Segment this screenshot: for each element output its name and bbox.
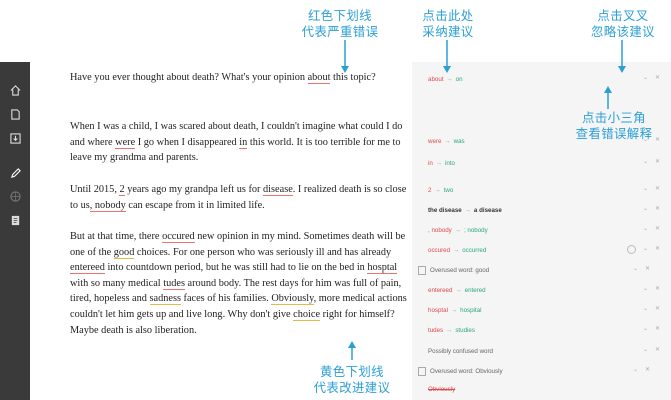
suggestion-card[interactable]: hosptal → hospital ⌄ ✕ — [428, 303, 664, 317]
sidebar — [0, 62, 30, 400]
suggestion-card[interactable]: the disease → a disease ⌄ ✕ — [428, 203, 664, 217]
close-icon[interactable]: ✕ — [655, 285, 660, 292]
chevron-down-icon[interactable]: ⌄ — [643, 74, 648, 81]
close-icon[interactable]: ✕ — [655, 205, 660, 212]
chevron-down-icon[interactable]: ⌄ — [643, 158, 648, 165]
suggestion-card[interactable]: in → into ⌄ ✕ — [428, 156, 664, 170]
chevron-down-icon[interactable]: ⌄ — [643, 325, 648, 332]
close-icon[interactable]: ✕ — [655, 158, 660, 165]
close-icon[interactable]: ✕ — [655, 185, 660, 192]
arrow-down-icon — [443, 40, 451, 73]
callout-yellow-underline: 黄色下划线 代表改进建议 — [302, 364, 402, 396]
suggestion-card[interactable]: Overused word: Obviously ⌄ ✕ — [418, 364, 654, 378]
suggestion-card[interactable]: 2 → two ⌄ ✕ — [428, 183, 664, 197]
globe-icon[interactable] — [7, 188, 23, 204]
paragraph-1[interactable]: Have you ever thought about death? What'… — [70, 70, 410, 86]
paragraph-3[interactable]: Until 2015, 2 years ago my grandpa left … — [70, 182, 410, 213]
info-icon[interactable] — [627, 245, 636, 254]
close-icon[interactable]: ✕ — [655, 74, 660, 81]
arrow-down-icon — [618, 40, 626, 73]
chevron-down-icon[interactable]: ⌄ — [633, 265, 638, 272]
suggestion-card[interactable]: Possibly confused word ⌄ ✕ — [428, 344, 664, 358]
paragraph-4[interactable]: But at that time, there occured new opin… — [70, 229, 410, 338]
close-icon[interactable]: ✕ — [645, 265, 650, 272]
arrow-down-icon — [341, 40, 349, 73]
suggestion-card[interactable]: Obviously — [428, 382, 664, 396]
callout-triangle: 点击小三角 查看错误解释 — [575, 110, 653, 141]
document-icon[interactable] — [7, 106, 23, 122]
close-icon[interactable]: ✕ — [655, 225, 660, 232]
suggestion-card[interactable]: , nobody →; nobody ⌄ ✕ — [428, 223, 664, 237]
close-icon[interactable]: ✕ — [655, 346, 660, 353]
suggestion-card[interactable]: occured → occurred ⌄ ✕ — [428, 243, 664, 257]
close-icon[interactable]: ✕ — [655, 245, 660, 252]
doc-icon — [418, 265, 426, 275]
suggestion-card[interactable]: entereed → entered ⌄ ✕ — [428, 283, 664, 297]
suggestion-card[interactable]: Overused word: good ⌄ ✕ — [418, 263, 654, 277]
suggestion-card[interactable]: tudes → studies ⌄ ✕ — [428, 323, 664, 337]
arrow-up-icon — [348, 341, 356, 360]
pen-icon[interactable] — [7, 165, 23, 181]
chevron-down-icon[interactable]: ⌄ — [633, 366, 638, 373]
paragraph-1-text: Have you ever thought about death? What'… — [70, 72, 376, 84]
chevron-down-icon[interactable]: ⌄ — [643, 185, 648, 192]
chevron-down-icon[interactable]: ⌄ — [643, 245, 648, 252]
chevron-down-icon[interactable]: ⌄ — [643, 285, 648, 292]
download-icon[interactable] — [7, 130, 23, 146]
callout-accept: 点击此处 采纳建议 — [422, 8, 474, 39]
close-icon[interactable]: ✕ — [655, 325, 660, 332]
chevron-down-icon[interactable]: ⌄ — [643, 205, 648, 212]
suggestion-card[interactable]: about → on ⌄ ✕ — [428, 72, 664, 86]
close-icon[interactable]: ✕ — [655, 305, 660, 312]
chevron-down-icon[interactable]: ⌄ — [643, 225, 648, 232]
chevron-down-icon[interactable]: ⌄ — [643, 346, 648, 353]
callout-dismiss: 点击叉叉 忽略该建议 — [591, 8, 655, 39]
paragraph-2[interactable]: When I was a child, I was scared about d… — [70, 119, 410, 166]
callout-red-underline: 红色下划线 代表严重错误 — [301, 8, 379, 39]
doc-icon — [418, 366, 426, 376]
arrow-up-icon — [604, 86, 612, 109]
book-icon[interactable] — [7, 212, 23, 228]
chevron-down-icon[interactable]: ⌄ — [643, 305, 648, 312]
home-icon[interactable] — [7, 82, 23, 98]
close-icon[interactable]: ✕ — [645, 366, 650, 373]
